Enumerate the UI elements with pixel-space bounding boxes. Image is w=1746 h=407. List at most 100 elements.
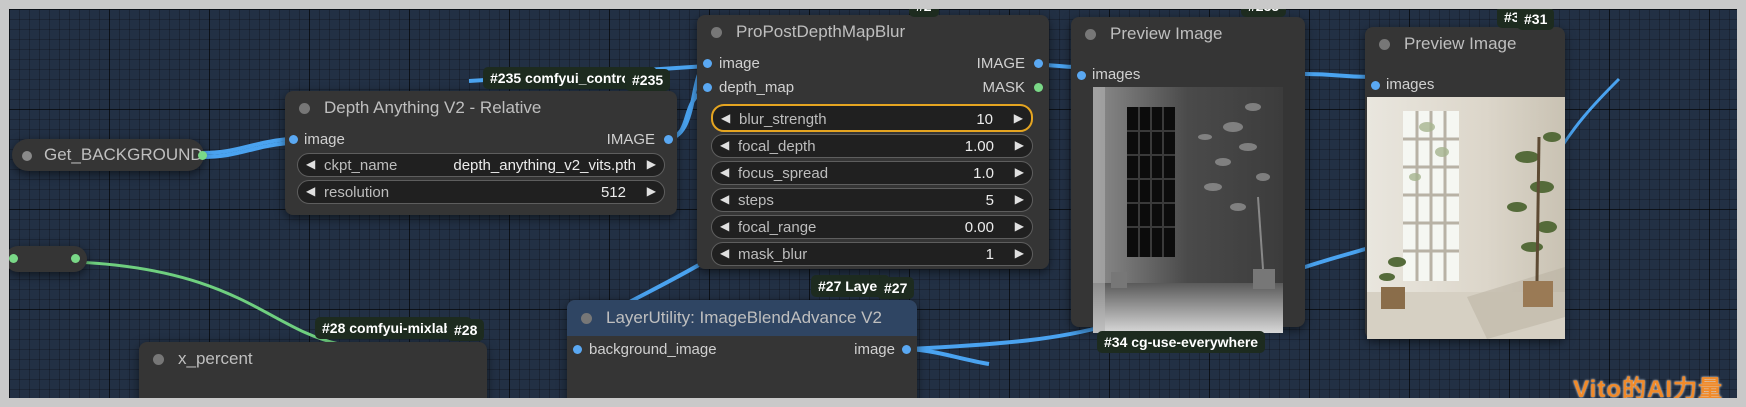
node-title-bar[interactable]: Preview Image — [1365, 27, 1565, 61]
node-collapse-dot[interactable] — [1085, 28, 1096, 40]
depth-anything-node[interactable]: Depth Anything V2 - Relative image IMAGE… — [285, 91, 677, 215]
decrement-arrow-icon[interactable]: ◀ — [306, 157, 315, 171]
node-title-bar[interactable]: LayerUtility: ImageBlendAdvance V2 — [567, 300, 917, 336]
widget-label: focus_spread — [738, 165, 829, 182]
node-title-bar[interactable]: Preview Image — [1071, 17, 1305, 51]
widget-label: focal_depth — [738, 138, 816, 155]
node-title-bar[interactable]: x_percent — [139, 342, 487, 376]
layer-utility-node[interactable]: LayerUtility: ImageBlendAdvance V2 backg… — [567, 300, 917, 398]
input-socket-background-image[interactable] — [573, 345, 582, 354]
output-label: IMAGE — [606, 131, 655, 148]
output-socket[interactable] — [71, 254, 80, 263]
node-badge: #27 — [877, 277, 915, 299]
input-label: image — [719, 55, 760, 72]
input-socket[interactable] — [9, 254, 18, 263]
watermark: Vito的AI力量 — [1573, 376, 1723, 398]
collapsed-node[interactable] — [9, 246, 87, 272]
increment-arrow-icon[interactable]: ▶ — [1015, 138, 1024, 152]
widget-value: 0.00 — [964, 219, 994, 236]
increment-arrow-icon[interactable]: ▶ — [1015, 165, 1024, 179]
widget-resolution[interactable]: ◀ resolution 512 ▶ — [297, 180, 665, 204]
node-badge: #235 — [625, 69, 671, 91]
node-title: Preview Image — [1404, 34, 1517, 53]
widget-focal-range[interactable]: ◀ focal_range 0.00 ▶ — [711, 215, 1033, 239]
decrement-arrow-icon[interactable]: ◀ — [720, 138, 729, 152]
node-graph-canvas[interactable]: Get_BACKGROUND Depth Anything V2 - Relat… — [9, 9, 1737, 398]
output-socket[interactable] — [198, 151, 207, 160]
input-socket-images[interactable] — [1077, 71, 1086, 80]
preview-image-node[interactable]: Preview Image images — [1071, 17, 1305, 333]
node-collapse-dot[interactable] — [711, 26, 722, 38]
node-badge: #34 cg-use-everywhere — [1097, 331, 1266, 353]
output-socket-image[interactable] — [1034, 59, 1043, 68]
decrement-arrow-icon[interactable]: ◀ — [720, 192, 729, 206]
widget-label: steps — [738, 192, 774, 209]
output-socket-image[interactable] — [664, 135, 673, 144]
output-socket-image[interactable] — [902, 345, 911, 354]
x-percent-node[interactable]: x_percent — [139, 342, 487, 398]
input-label: depth_map — [719, 79, 795, 96]
widget-focal-depth[interactable]: ◀ focal_depth 1.00 ▶ — [711, 134, 1033, 158]
widget-mask-blur[interactable]: ◀ mask_blur 1 ▶ — [711, 242, 1033, 266]
node-collapse-dot[interactable] — [22, 151, 32, 161]
node-collapse-dot[interactable] — [153, 353, 164, 365]
node-title: ProPostDepthMapBlur — [736, 22, 906, 41]
widget-value: 1.0 — [973, 165, 994, 182]
input-socket-depth-map[interactable] — [703, 83, 712, 92]
node-badge: #2 — [909, 9, 939, 17]
widget-value: 5 — [985, 192, 994, 209]
input-label: images — [1092, 66, 1141, 83]
widget-steps[interactable]: ◀ steps 5 ▶ — [711, 188, 1033, 212]
decrement-arrow-icon[interactable]: ◀ — [306, 184, 315, 198]
output-socket-mask[interactable] — [1034, 83, 1043, 92]
input-socket-image[interactable] — [289, 135, 298, 144]
input-label: image — [304, 131, 345, 148]
increment-arrow-icon[interactable]: ▶ — [647, 157, 656, 171]
decrement-arrow-icon[interactable]: ◀ — [720, 246, 729, 260]
increment-arrow-icon[interactable]: ▶ — [1015, 192, 1024, 206]
increment-arrow-icon[interactable]: ▶ — [1015, 219, 1024, 233]
node-collapse-dot[interactable] — [1379, 38, 1390, 50]
propost-depthmap-blur-node[interactable]: ProPostDepthMapBlur image depth_map IMAG… — [697, 15, 1049, 269]
input-label: images — [1386, 76, 1435, 93]
decrement-arrow-icon[interactable]: ◀ — [721, 111, 730, 125]
node-title: Depth Anything V2 - Relative — [324, 98, 542, 117]
widget-label: focal_range — [738, 219, 817, 236]
input-label: background_image — [589, 341, 717, 358]
node-badge: #28 — [447, 319, 485, 341]
preview-image-depth-blur — [1093, 87, 1283, 333]
node-title-bar[interactable]: Depth Anything V2 - Relative — [285, 91, 677, 125]
widget-value: 512 — [600, 184, 626, 201]
preview-image-interior — [1367, 97, 1565, 339]
node-title: Get_BACKGROUND — [44, 145, 203, 164]
node-collapse-dot[interactable] — [299, 102, 310, 114]
node-title: Preview Image — [1110, 24, 1223, 43]
decrement-arrow-icon[interactable]: ◀ — [720, 165, 729, 179]
increment-arrow-icon[interactable]: ▶ — [1015, 246, 1024, 260]
output-label: MASK — [982, 79, 1025, 96]
node-collapse-dot[interactable] — [581, 312, 592, 324]
decrement-arrow-icon[interactable]: ◀ — [720, 219, 729, 233]
output-label: image — [854, 341, 895, 358]
widget-label: ckpt_name — [324, 157, 398, 174]
widget-label: blur_strength — [739, 111, 827, 128]
node-badge: #31 — [1517, 9, 1555, 30]
widget-value: 1.00 — [964, 138, 994, 155]
input-socket-image[interactable] — [703, 59, 712, 68]
increment-arrow-icon[interactable]: ▶ — [647, 184, 656, 198]
widget-value: 1 — [985, 246, 994, 263]
node-title-bar[interactable]: ProPostDepthMapBlur — [697, 15, 1049, 49]
widget-ckpt-name[interactable]: ◀ ckpt_name depth_anything_v2_vits.pth ▶ — [297, 153, 665, 177]
widget-value: 10 — [976, 111, 993, 128]
widget-value: depth_anything_v2_vits.pth — [453, 157, 636, 174]
node-badge: #235 — [1241, 9, 1287, 17]
node-title: LayerUtility: ImageBlendAdvance V2 — [606, 308, 882, 327]
widget-focus-spread[interactable]: ◀ focus_spread 1.0 ▶ — [711, 161, 1033, 185]
increment-arrow-icon[interactable]: ▶ — [1014, 111, 1023, 125]
output-label: IMAGE — [976, 55, 1025, 72]
input-socket-images[interactable] — [1371, 81, 1380, 90]
preview-image-node[interactable]: Preview Image images — [1365, 27, 1565, 339]
widget-label: resolution — [324, 184, 390, 201]
get-background-node[interactable]: Get_BACKGROUND — [12, 139, 207, 171]
widget-blur-strength[interactable]: ◀ blur_strength 10 ▶ — [711, 104, 1033, 132]
